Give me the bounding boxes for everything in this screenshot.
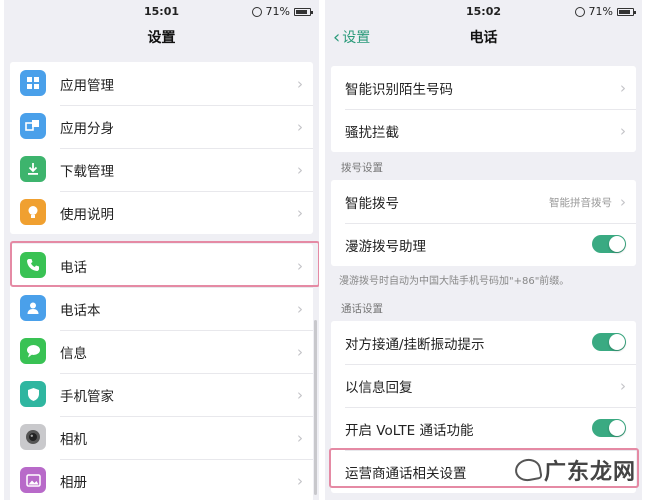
status-bar: 15:02 71% [325,0,642,22]
item-label: 骚扰拦截 [345,124,399,141]
watermark-logo-icon [513,456,543,484]
page-title: 设置 [147,30,176,46]
shield-icon [20,381,46,407]
message-icon [20,338,46,364]
settings-screen: 15:01 71% 设置 应用管理 › 应用分身 › 下载管理 › 使用说明 ›… [4,0,319,500]
back-button[interactable]: ‹ 设置 [333,22,370,54]
settings-item-app-clone[interactable]: 应用分身 › [10,105,313,148]
phone-settings-screen: 15:02 71% ‹ 设置 电话 智能识别陌生号码 › 骚扰拦截 › 拨号设置… [325,0,642,500]
chevron-right-icon: › [297,386,303,404]
volte-toggle[interactable] [592,419,626,437]
item-label: 对方接通/挂断振动提示 [345,336,485,353]
contacts-icon [20,295,46,321]
battery-percent: 71% [265,5,290,18]
chevron-right-icon: › [620,193,626,211]
scrollbar[interactable] [314,320,317,495]
download-icon [20,156,46,182]
roaming-note: 漫游拨号时自动为中国大陆手机号码加"+86"前缀。 [339,276,570,287]
settings-item-download-management[interactable]: 下载管理 › [10,148,313,191]
item-label: 智能识别陌生号码 [345,81,453,98]
settings-item-messages[interactable]: 信息 › [10,330,313,373]
item-label: 相机 [60,431,87,448]
settings-item-user-guide[interactable]: 使用说明 › [10,191,313,234]
smart-dial-value: 智能拼音拨号 [549,197,612,209]
chevron-right-icon: › [297,300,303,318]
chevron-right-icon: › [620,79,626,97]
connect-vibration-toggle[interactable] [592,333,626,351]
chevron-right-icon: › [297,75,303,93]
chevron-right-icon: › [297,161,303,179]
rotation-lock-icon [251,6,262,17]
chevron-right-icon: › [620,377,626,395]
settings-item-camera[interactable]: 相机 › [10,416,313,459]
app-clone-icon [20,113,46,139]
item-label: 相册 [60,474,87,491]
chevron-right-icon: › [297,472,303,490]
setting-smart-dial[interactable]: 智能拨号 智能拼音拨号 › [331,180,636,223]
chevron-right-icon: › [297,204,303,222]
setting-volte: 开启 VoLTE 通话功能 [331,407,636,450]
watermark: 广东龙网 [513,454,636,486]
chevron-right-icon: › [297,429,303,447]
roaming-dial-toggle[interactable] [592,235,626,253]
chevron-right-icon: › [297,118,303,136]
rotation-lock-icon [574,6,585,17]
item-label: 漫游拨号助理 [345,238,426,255]
setting-reply-with-message[interactable]: 以信息回复 › [331,364,636,407]
item-label: 电话本 [60,302,101,319]
item-label: 开启 VoLTE 通话功能 [345,422,474,439]
chevron-right-icon: › [620,122,626,140]
setting-smart-caller-id[interactable]: 智能识别陌生号码 › [331,66,636,109]
item-label: 下载管理 [60,163,114,180]
item-label: 智能拨号 [345,195,399,212]
battery-percent: 71% [588,5,613,18]
chevron-left-icon: ‹ [333,27,341,48]
phone-item-highlight [10,241,319,287]
settings-group-apps: 应用管理 › 应用分身 › 下载管理 › 使用说明 › [10,62,313,234]
item-label: 使用说明 [60,206,114,223]
camera-icon [20,424,46,450]
settings-item-app-management[interactable]: 应用管理 › [10,62,313,105]
lightbulb-icon [20,199,46,225]
setting-roaming-dial-assistant: 漫游拨号助理 [331,223,636,266]
phone-settings-group-identify: 智能识别陌生号码 › 骚扰拦截 › [331,66,636,152]
status-bar: 15:01 71% [4,0,319,22]
settings-item-gallery[interactable]: 相册 › [10,459,313,500]
back-label: 设置 [342,30,371,46]
apps-grid-icon [20,70,46,96]
item-label: 应用管理 [60,77,114,94]
chevron-right-icon: › [297,343,303,361]
setting-harassment-block[interactable]: 骚扰拦截 › [331,109,636,152]
settings-item-phone-manager[interactable]: 手机管家 › [10,373,313,416]
battery-icon [617,7,636,16]
item-label: 信息 [60,345,87,362]
page-title: 电话 [469,30,498,46]
gallery-icon [20,467,46,493]
item-label: 以信息回复 [345,379,413,396]
settings-item-contacts[interactable]: 电话本 › [10,287,313,330]
section-title-call: 通话设置 [341,303,383,315]
setting-connect-vibration: 对方接通/挂断振动提示 [331,321,636,364]
watermark-text: 广东龙网 [543,460,636,485]
battery-icon [294,7,313,16]
item-label: 应用分身 [60,120,114,137]
section-title-dial: 拨号设置 [341,162,383,174]
item-label: 手机管家 [60,388,114,405]
phone-settings-group-dial: 智能拨号 智能拼音拨号 › 漫游拨号助理 [331,180,636,266]
